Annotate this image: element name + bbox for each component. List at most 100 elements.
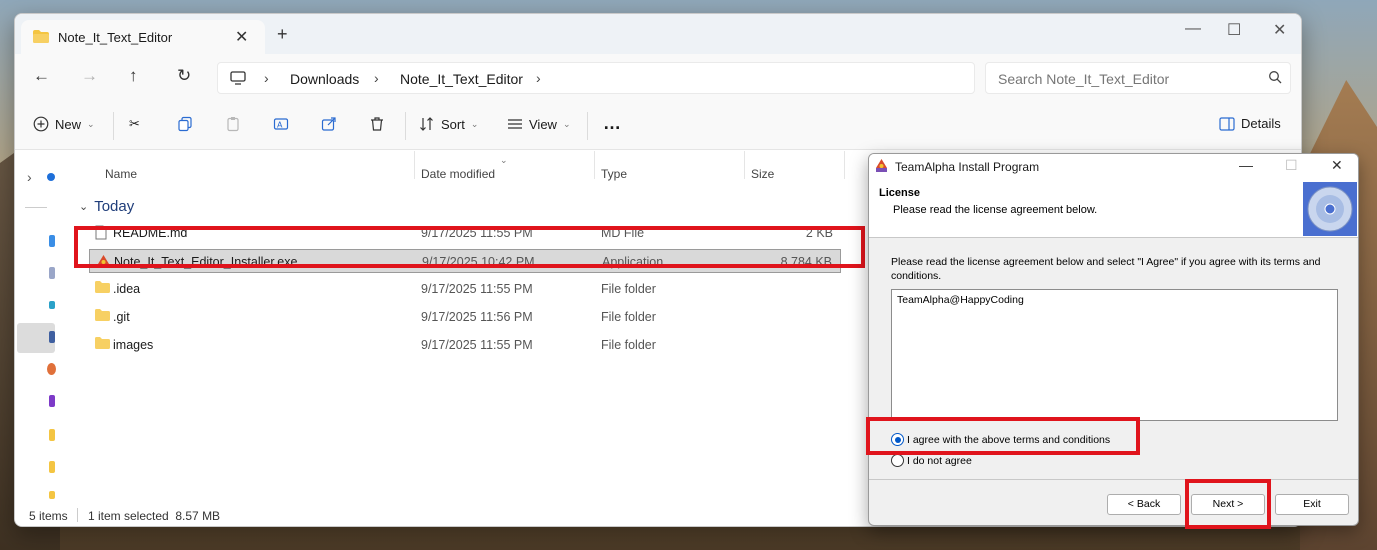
file-date: 9/17/2025 11:55 PM <box>421 338 533 352</box>
license-textbox[interactable]: TeamAlpha@HappyCoding <box>891 289 1338 421</box>
up-arrow-icon[interactable]: ↑ <box>129 66 138 86</box>
exit-button[interactable]: Exit <box>1275 494 1349 515</box>
minimize-icon[interactable]: — <box>1185 20 1201 38</box>
explorer-titlebar: Note_It_Text_Editor ✕ + — ☐ ✕ <box>15 14 1301 54</box>
license-instructions: Please read the license agreement below … <box>891 256 1321 282</box>
item-count: 5 items <box>29 509 68 523</box>
nav-divider <box>25 207 47 208</box>
maximize-icon[interactable]: ☐ <box>1285 157 1298 174</box>
folder-icon <box>95 281 110 296</box>
maximize-icon[interactable]: ☐ <box>1227 20 1241 40</box>
folder-icon <box>95 309 110 324</box>
column-header-size[interactable]: Size <box>751 167 774 181</box>
address-bar-row: ← → ↑ ↻ › Downloads › Note_It_Text_Edito… <box>15 54 1301 102</box>
folder-icon[interactable] <box>49 429 55 441</box>
file-row-images[interactable]: images 9/17/2025 11:55 PM File folder <box>89 333 841 357</box>
view-button[interactable]: View ⌄ <box>507 116 571 132</box>
selection-info: 1 item selected 8.57 MB <box>88 509 221 523</box>
minimize-icon[interactable]: — <box>1239 157 1253 173</box>
disagree-radio[interactable]: I do not agree <box>891 454 972 467</box>
breadcrumb-separator-icon: › <box>264 70 269 86</box>
breadcrumb-separator-icon: › <box>374 70 379 86</box>
copy-button[interactable] <box>177 116 193 132</box>
toolbar-divider <box>405 112 406 140</box>
license-text: TeamAlpha@HappyCoding <box>897 294 1024 306</box>
folder-icon[interactable] <box>49 461 55 473</box>
details-pane-icon <box>1219 116 1235 131</box>
plus-circle-icon <box>33 116 49 132</box>
column-divider[interactable] <box>414 151 415 179</box>
search-box[interactable]: Search Note_It_Text_Editor <box>985 62 1291 94</box>
toolbar-divider <box>113 112 114 140</box>
file-row-git[interactable]: .git 9/17/2025 11:56 PM File folder <box>89 305 841 329</box>
search-placeholder: Search Note_It_Text_Editor <box>998 71 1170 87</box>
more-icon: … <box>603 113 621 133</box>
cut-button[interactable]: ✂ <box>129 116 140 132</box>
breadcrumb-downloads[interactable]: Downloads <box>290 71 359 87</box>
toolbar-divider <box>587 112 588 140</box>
file-row-idea[interactable]: .idea 9/17/2025 11:55 PM File folder <box>89 277 841 301</box>
installer-dialog: TeamAlpha Install Program — ☐ ✕ License … <box>868 153 1359 526</box>
column-header-date-modified[interactable]: Date modified <box>421 167 495 181</box>
group-label: Today <box>94 198 135 215</box>
header-title: License <box>879 187 920 199</box>
file-name: .idea <box>113 282 141 296</box>
new-button[interactable]: New ⌄ <box>33 116 95 132</box>
navigation-pane: › <box>15 151 71 503</box>
group-header-today[interactable]: ⌄ Today <box>79 198 134 215</box>
share-icon <box>321 116 337 132</box>
back-button[interactable]: < Back <box>1107 494 1181 515</box>
column-divider[interactable] <box>844 151 845 179</box>
forward-arrow-icon[interactable]: → <box>81 66 98 86</box>
tab-note-it-text-editor[interactable]: Note_It_Text_Editor ✕ <box>21 20 265 54</box>
new-label: New <box>55 116 82 132</box>
sort-label: Sort <box>441 116 465 132</box>
documents-icon[interactable] <box>49 267 55 279</box>
onedrive-icon[interactable] <box>47 173 55 181</box>
view-label: View <box>529 116 557 132</box>
breadcrumb-expand-icon[interactable]: › <box>536 70 541 86</box>
music-icon[interactable] <box>47 363 56 375</box>
close-window-icon[interactable]: ✕ <box>1331 157 1343 174</box>
videos-icon[interactable] <box>49 395 55 407</box>
downloads-icon[interactable] <box>49 301 55 309</box>
copy-icon <box>177 116 193 132</box>
column-divider[interactable] <box>744 151 745 179</box>
details-label: Details <box>1241 116 1281 131</box>
scissors-icon: ✂ <box>129 116 140 131</box>
column-header-name[interactable]: Name <box>105 167 137 181</box>
header-subtitle: Please read the license agreement below. <box>893 204 1098 216</box>
close-tab-icon[interactable]: ✕ <box>235 27 248 47</box>
view-lines-icon <box>507 116 523 132</box>
delete-button[interactable] <box>369 116 385 132</box>
paste-button[interactable] <box>225 116 241 132</box>
desktop-icon[interactable] <box>49 235 55 247</box>
breadcrumb-note-it-text-editor[interactable]: Note_It_Text_Editor <box>400 71 523 87</box>
file-date: 9/17/2025 11:55 PM <box>421 282 533 296</box>
chevron-down-icon: ⌄ <box>87 118 95 129</box>
address-field[interactable]: › Downloads › Note_It_Text_Editor › <box>217 62 975 94</box>
tab-title: Note_It_Text_Editor <box>58 30 173 45</box>
highlight-box-installer-row <box>74 226 865 268</box>
back-arrow-icon[interactable]: ← <box>33 66 50 86</box>
pictures-icon[interactable] <box>49 331 55 343</box>
close-window-icon[interactable]: ✕ <box>1273 20 1286 40</box>
rename-button[interactable]: A <box>273 116 289 132</box>
cd-disc-icon <box>1303 182 1357 236</box>
refresh-icon[interactable]: ↻ <box>177 66 191 86</box>
sort-icon <box>419 116 435 132</box>
column-divider[interactable] <box>594 151 595 179</box>
highlight-box-agree-option <box>866 417 1140 455</box>
more-options-button[interactable]: … <box>603 113 621 134</box>
sort-button[interactable]: Sort ⌄ <box>419 116 478 132</box>
new-tab-icon[interactable]: + <box>277 24 288 45</box>
folder-icon[interactable] <box>49 491 55 499</box>
highlight-box-next-button <box>1185 479 1271 529</box>
sort-chevron-icon: ⌄ <box>500 155 508 165</box>
radio-empty-icon <box>891 454 904 467</box>
expand-chevron-icon[interactable]: › <box>27 169 32 185</box>
file-name: .git <box>113 310 130 324</box>
details-button[interactable]: Details <box>1219 116 1281 131</box>
share-button[interactable] <box>321 116 337 132</box>
column-header-type[interactable]: Type <box>601 167 627 181</box>
